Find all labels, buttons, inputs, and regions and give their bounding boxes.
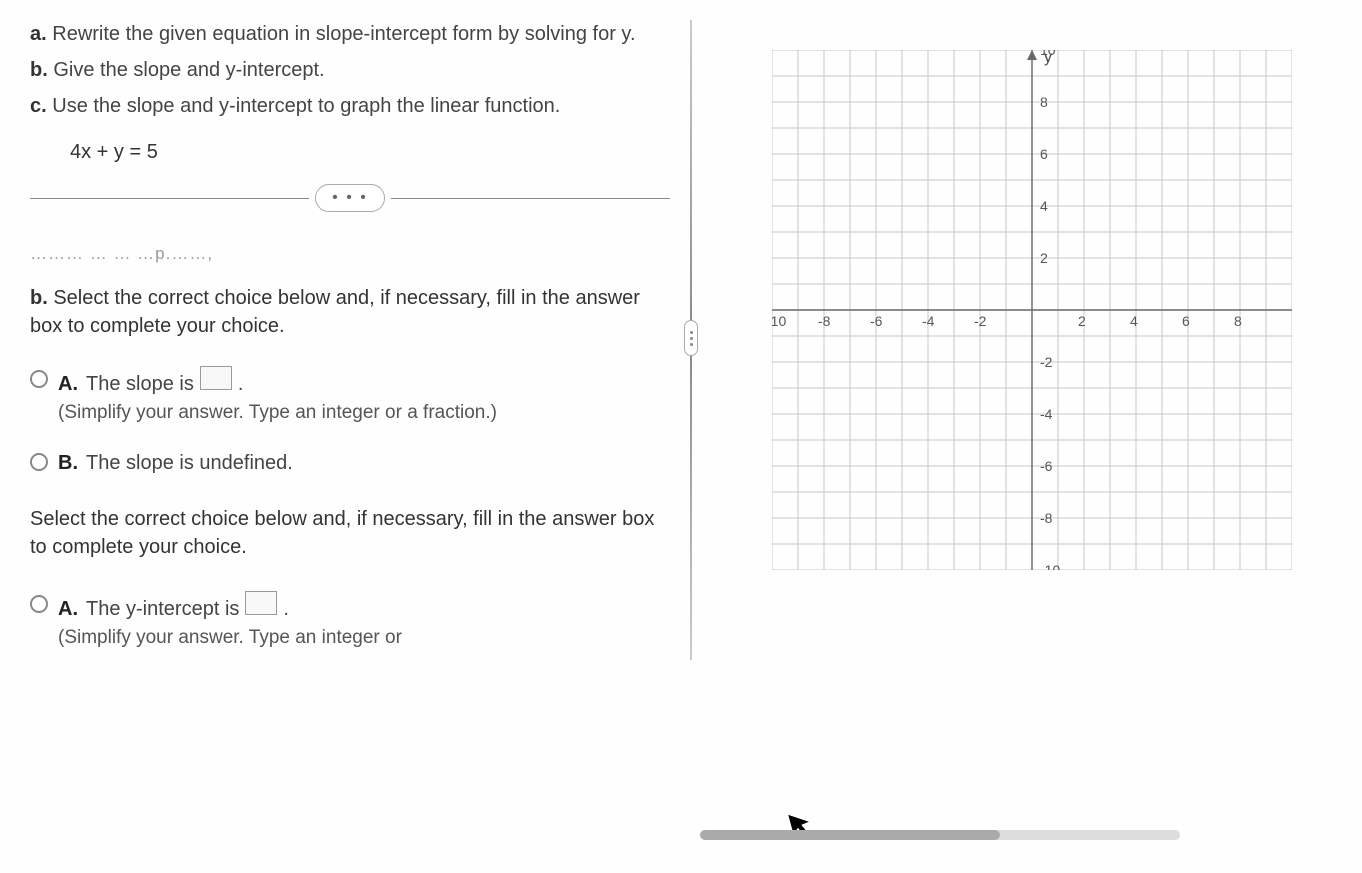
panel-divider[interactable] [690, 20, 692, 660]
part-a-text: Rewrite the given equation in slope-inte… [52, 23, 635, 45]
slope-choice-a-body: A. The slope is . (Simplify your answer.… [58, 366, 670, 427]
slope-choice-a-pre: The slope is [86, 370, 194, 398]
slope-choice-a-post: . [238, 370, 244, 398]
part-c-text: Use the slope and y-intercept to graph t… [52, 95, 560, 117]
svg-text:6: 6 [1182, 313, 1190, 329]
question-text-panel: a. Rewrite the given equation in slope-i… [30, 20, 670, 853]
intercept-prompt: Select the correct choice below and, if … [30, 505, 670, 561]
slope-choice-a-row: A. The slope is . (Simplify your answer.… [30, 366, 670, 427]
part-b-label: b. [30, 59, 48, 81]
slope-choice-a-hint: (Simplify your answer. Type an integer o… [58, 400, 670, 427]
svg-text:8: 8 [1234, 313, 1242, 329]
svg-text:2: 2 [1078, 313, 1086, 329]
svg-text:4: 4 [1130, 313, 1138, 329]
section-divider: • • • [30, 184, 670, 212]
problem-part-a: a. Rewrite the given equation in slope-i… [30, 20, 670, 48]
part-b-text: Give the slope and y-intercept. [53, 59, 324, 81]
horizontal-scrollbar[interactable] [700, 830, 1180, 840]
problem-part-b: b. Give the slope and y-intercept. [30, 56, 670, 84]
divider-handle[interactable] [684, 320, 698, 356]
part-a-label: a. [30, 23, 47, 45]
question-page: a. Rewrite the given equation in slope-i… [0, 0, 1362, 873]
section-b-text: Select the correct choice below and, if … [30, 287, 640, 337]
svg-text:-2: -2 [974, 313, 987, 329]
slope-choice-b-body: B. The slope is undefined. [58, 449, 670, 477]
svg-text:4: 4 [1040, 198, 1048, 214]
slope-choice-b-radio[interactable] [30, 453, 48, 471]
coordinate-graph[interactable]: y-10-8-6-4-22468108642-2-4-6-8-10 [772, 50, 1292, 570]
slope-choice-b-text: The slope is undefined. [86, 449, 293, 477]
intercept-answer-input[interactable] [245, 591, 277, 615]
slope-choice-b-row: B. The slope is undefined. [30, 449, 670, 477]
svg-text:-10: -10 [772, 313, 786, 329]
svg-text:8: 8 [1040, 94, 1048, 110]
svg-text:-4: -4 [1040, 406, 1053, 422]
intercept-choice-a-label: A. [58, 595, 78, 623]
svg-text:6: 6 [1040, 146, 1048, 162]
equation: 4x + y = 5 [70, 138, 670, 166]
svg-text:-6: -6 [870, 313, 883, 329]
svg-text:-8: -8 [1040, 510, 1053, 526]
svg-text:-10: -10 [1040, 562, 1060, 570]
truncated-text: ……… … … …p.……, [30, 242, 670, 266]
intercept-choice-a-pre: The y-intercept is [86, 595, 239, 623]
svg-text:10: 10 [1040, 50, 1056, 58]
graph-svg[interactable]: y-10-8-6-4-22468108642-2-4-6-8-10 [772, 50, 1292, 570]
intercept-choice-a-row: A. The y-intercept is . (Simplify your a… [30, 591, 670, 652]
problem-part-c: c. Use the slope and y-intercept to grap… [30, 92, 670, 120]
intercept-choice-a-body: A. The y-intercept is . (Simplify your a… [58, 591, 670, 652]
part-c-label: c. [30, 95, 47, 117]
graph-panel: y-10-8-6-4-22468108642-2-4-6-8-10 [712, 20, 1332, 853]
slope-answer-input[interactable] [200, 366, 232, 390]
svg-text:-6: -6 [1040, 458, 1053, 474]
intercept-choice-a-radio[interactable] [30, 595, 48, 613]
slope-choice-a-radio[interactable] [30, 370, 48, 388]
section-b-prompt: b. Select the correct choice below and, … [30, 284, 670, 340]
divider-line-right [391, 198, 670, 199]
slope-choice-b-label: B. [58, 449, 78, 477]
section-b-label: b. [30, 287, 48, 309]
svg-text:-8: -8 [818, 313, 831, 329]
svg-text:2: 2 [1040, 250, 1048, 266]
slope-choice-a-label: A. [58, 370, 78, 398]
intercept-choice-a-hint: (Simplify your answer. Type an integer o… [58, 625, 670, 652]
expand-button[interactable]: • • • [315, 184, 385, 212]
horizontal-scrollbar-thumb[interactable] [700, 830, 1000, 840]
divider-line-left [30, 198, 309, 199]
svg-text:-2: -2 [1040, 354, 1053, 370]
svg-text:-4: -4 [922, 313, 935, 329]
intercept-choice-a-post: . [283, 595, 289, 623]
